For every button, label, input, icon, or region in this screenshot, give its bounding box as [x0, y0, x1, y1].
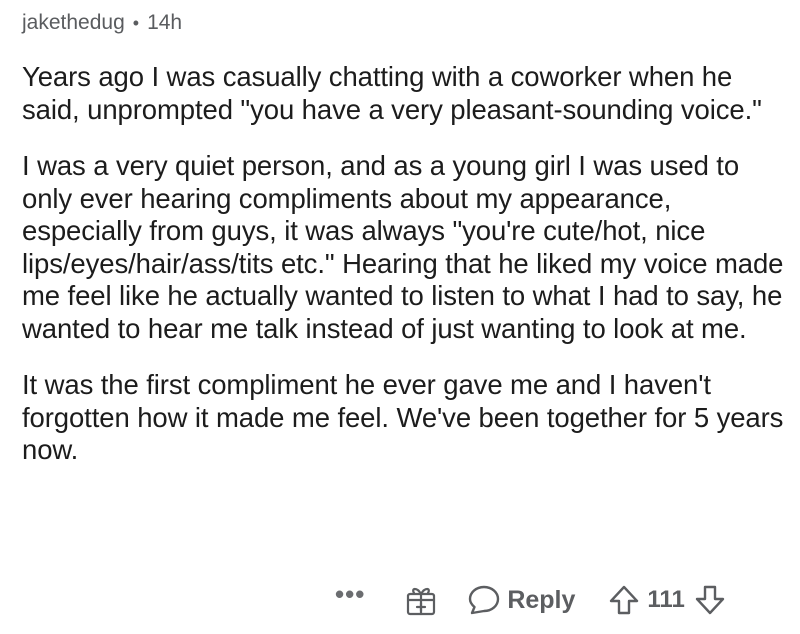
reply-button[interactable]: Reply	[467, 584, 575, 616]
gift-icon	[405, 583, 437, 617]
comment-paragraph: I was a very quiet person, and as a youn…	[22, 150, 784, 344]
downvote-button[interactable]	[695, 584, 725, 616]
reply-label: Reply	[507, 585, 576, 614]
username[interactable]: jakethedug	[22, 11, 125, 35]
give-award-button[interactable]	[405, 583, 437, 617]
comment-body: Years ago I was casually chatting with a…	[22, 61, 792, 467]
vote-score: 111	[647, 586, 685, 613]
comment-actions: ••• Reply 111	[335, 578, 725, 622]
timestamp[interactable]: 14h	[147, 11, 182, 35]
comment-paragraph: It was the first compliment he ever gave…	[22, 369, 784, 465]
more-options-button[interactable]: •••	[335, 581, 365, 607]
comment-paragraph: Years ago I was casually chatting with a…	[22, 61, 762, 125]
comment: jakethedug • 14h Years ago I was casuall…	[22, 6, 792, 467]
comment-meta: jakethedug • 14h	[22, 6, 792, 40]
meta-separator: •	[132, 12, 140, 33]
upvote-arrow-icon	[609, 584, 639, 616]
speech-bubble-icon	[467, 584, 501, 616]
downvote-arrow-icon	[695, 584, 725, 616]
upvote-button[interactable]	[609, 584, 639, 616]
